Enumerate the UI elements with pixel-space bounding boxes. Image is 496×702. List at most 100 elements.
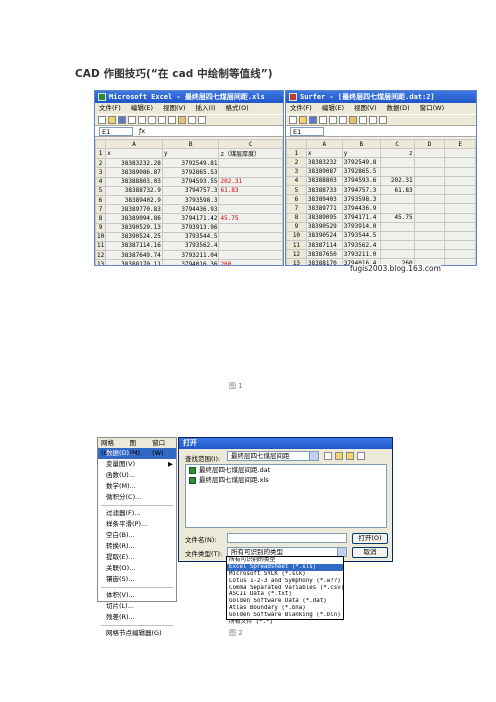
cell-e[interactable]	[444, 148, 476, 159]
row-header[interactable]: 9	[286, 221, 307, 232]
filetype-option[interactable]: Comma Separated Variables (*.csv)	[227, 585, 343, 592]
cell-z[interactable]	[379, 249, 415, 260]
view-menu-icon[interactable]	[357, 452, 365, 460]
cut-icon[interactable]	[158, 116, 166, 124]
cell-z[interactable]	[379, 221, 415, 232]
cell-z[interactable]: 61.83	[379, 184, 415, 196]
open-folder-icon[interactable]	[108, 116, 116, 124]
cell-y[interactable]: 3793211.0	[341, 249, 381, 260]
cut-icon[interactable]	[329, 116, 337, 124]
cell-x[interactable]: x	[105, 148, 163, 160]
column-header[interactable]: B	[341, 138, 381, 150]
row-header[interactable]: 5	[95, 185, 107, 196]
surfer-menu-data[interactable]: 数据(D)	[387, 103, 410, 114]
cell-x[interactable]: 38388732.9	[105, 185, 163, 196]
row-header[interactable]: 13	[95, 259, 107, 265]
print-icon[interactable]	[128, 116, 136, 124]
excel-menu-edit[interactable]: 编辑(E)	[131, 103, 153, 114]
excel-menu-file[interactable]: 文件(F)	[99, 103, 121, 114]
menu-item[interactable]: 数学(M)...	[98, 481, 176, 492]
cell-x[interactable]: 38388733	[305, 184, 343, 196]
row-header[interactable]: 10	[95, 231, 107, 242]
cell-z[interactable]	[218, 167, 283, 178]
cell-e[interactable]	[444, 240, 476, 251]
cell-y[interactable]: 3792549.8	[341, 157, 381, 168]
cell-z[interactable]	[379, 194, 415, 205]
cell-z[interactable]	[218, 231, 283, 242]
row-header[interactable]: 1	[286, 148, 307, 159]
cell-e[interactable]	[444, 203, 476, 214]
cell-y[interactable]: y	[161, 148, 220, 160]
chevron-down-icon[interactable]	[309, 452, 318, 460]
surfer-menu-view[interactable]: 视图(V)	[354, 103, 377, 114]
filetype-option[interactable]: Excel Spreadsheet (*.xls)	[227, 563, 343, 571]
copy-icon[interactable]	[339, 116, 347, 124]
cell-x[interactable]: 38383232.28	[105, 158, 163, 169]
file-item[interactable]: 最终层四七煤层间距.xls	[186, 475, 386, 485]
menu-item[interactable]: 残差(R)...	[98, 612, 176, 623]
cell-x[interactable]: 38389403	[305, 194, 343, 205]
cell-y[interactable]: 3792865.5	[341, 166, 381, 177]
new-folder-icon[interactable]	[346, 452, 354, 460]
cell-d[interactable]	[413, 175, 446, 186]
row-header[interactable]: 4	[286, 175, 307, 186]
filename-input[interactable]	[227, 533, 347, 543]
row-header[interactable]: 6	[95, 194, 107, 206]
cell-e[interactable]	[444, 258, 476, 265]
menu-item[interactable]: 变量图(V) ▶	[98, 459, 176, 470]
cell-x[interactable]: 38387114	[305, 240, 343, 251]
corner-cell[interactable]	[286, 138, 307, 150]
cell-d[interactable]	[413, 166, 446, 177]
row-header[interactable]: 3	[95, 167, 107, 178]
cell-x[interactable]: 38389402.9	[105, 194, 163, 206]
cell-y[interactable]: 3793913.96	[161, 222, 220, 233]
row-header[interactable]: 11	[286, 240, 307, 251]
cell-x[interactable]: 38389771	[305, 203, 343, 214]
cell-e[interactable]	[444, 184, 476, 196]
row-header[interactable]: 4	[95, 176, 107, 187]
filetype-option[interactable]: Golden Software Blanking (*.bln)	[227, 612, 343, 619]
cell-x[interactable]: 38389094.86	[105, 213, 163, 224]
row-header[interactable]: 2	[286, 157, 307, 168]
row-header[interactable]: 6	[286, 194, 307, 205]
filetype-option[interactable]: Microsoft SYLK (*.slk)	[227, 571, 343, 578]
paste-icon[interactable]	[178, 116, 186, 124]
cell-x[interactable]: 38387649.74	[105, 250, 163, 261]
preview-icon[interactable]	[138, 116, 146, 124]
copy-icon[interactable]	[168, 116, 176, 124]
cell-z[interactable]: 202.31	[379, 175, 415, 186]
filetype-option[interactable]: Golden Software Data (*.dat)	[227, 598, 343, 605]
cell-y[interactable]: 3794016.36	[161, 259, 220, 265]
menu-item[interactable]: 空白(B)...	[98, 530, 176, 541]
redo-icon[interactable]	[198, 116, 206, 124]
cell-x[interactable]: 38388803	[305, 175, 343, 186]
excel-menu-view[interactable]: 视图(V)	[163, 103, 186, 114]
column-header[interactable]: A	[305, 138, 343, 150]
look-in-combo[interactable]: 最终层四七煤层间距	[227, 451, 319, 461]
row-header[interactable]: 9	[95, 222, 107, 233]
open-folder-icon[interactable]	[299, 116, 307, 124]
menu-item[interactable]: 关联(O)...	[98, 563, 176, 574]
cell-x[interactable]: x	[305, 148, 343, 159]
row-header[interactable]: 8	[286, 212, 307, 223]
menu-item[interactable]: 镶嵌(S)...	[98, 574, 176, 585]
cell-x[interactable]: 38390529	[305, 221, 343, 232]
cell-x[interactable]: 38383232	[305, 157, 343, 168]
cell-y[interactable]: 3793598.3	[161, 194, 220, 206]
cell-d[interactable]	[413, 249, 446, 260]
cell-y[interactable]: 3793914.0	[341, 221, 381, 232]
cell-z[interactable]: 45.75	[379, 212, 415, 223]
surfer-menu-file[interactable]: 文件(F)	[290, 103, 312, 114]
row-header[interactable]: 7	[286, 203, 307, 214]
row-header[interactable]: 10	[286, 230, 307, 242]
row-header[interactable]: 11	[95, 240, 107, 252]
column-header[interactable]: A	[105, 138, 163, 150]
cell-x[interactable]: 38389087	[305, 166, 343, 177]
surfer-menu-window[interactable]: 窗口(W)	[420, 103, 445, 114]
cell-x[interactable]: 38388803.03	[105, 176, 163, 187]
cell-y[interactable]: 3793544.5	[341, 230, 381, 242]
menu-item[interactable]: 函数(U)...	[98, 470, 176, 481]
chevron-down-icon[interactable]	[337, 548, 346, 556]
row-header[interactable]: 13	[286, 258, 307, 265]
cell-x[interactable]: 38387650	[305, 249, 343, 260]
